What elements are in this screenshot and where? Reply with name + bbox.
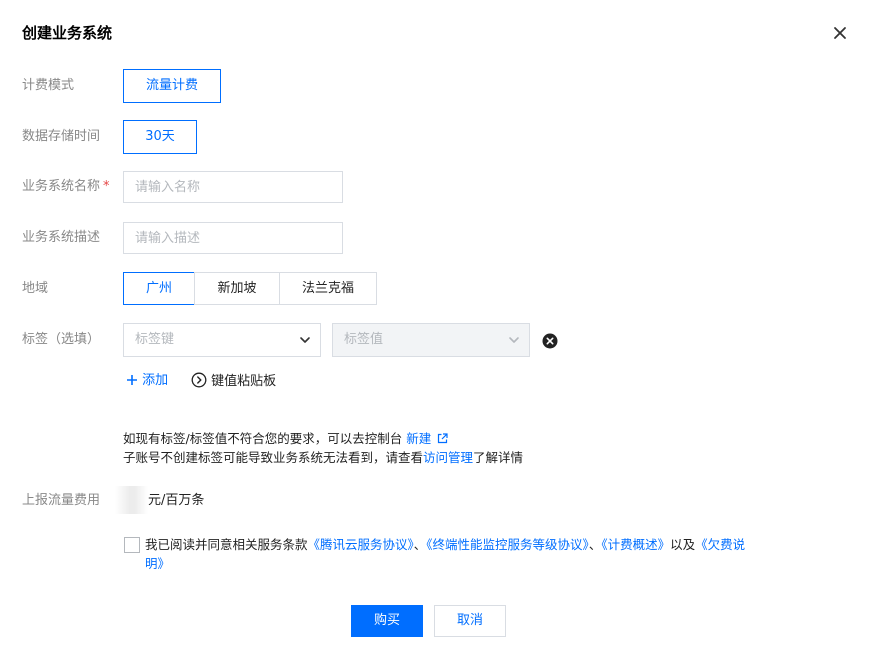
tag-value-placeholder: 标签值 xyxy=(344,332,384,347)
system-name-label: 业务系统名称 * xyxy=(22,177,110,197)
tag-notice-text: 如现有标签/标签值不符合您的要求，可以去控制台 xyxy=(123,431,403,446)
fee-label: 上报流量费用 xyxy=(22,493,101,508)
chevron-down-icon xyxy=(300,337,310,343)
tag-notice-text: 子账号不创建标签可能导致业务系统无法看到，请查看 xyxy=(123,450,424,465)
dialog-title: 创建业务系统 xyxy=(22,24,113,42)
clipboard-button[interactable]: 键值粘贴板 xyxy=(191,372,276,394)
tencent-cloud-agreement-link[interactable]: 《腾讯云服务协议》 xyxy=(308,537,414,552)
tag-notice-line1: 如现有标签/标签值不符合您的要求，可以去控制台 新建 xyxy=(123,430,448,449)
region-label: 地域 xyxy=(22,281,49,296)
required-mark: * xyxy=(103,179,110,194)
conjunction: 以及 xyxy=(670,537,696,552)
billing-mode-label: 计费模式 xyxy=(22,78,75,93)
access-management-link[interactable]: 访问管理 xyxy=(423,450,473,465)
add-tag-label: 添加 xyxy=(142,373,169,388)
system-desc-input[interactable] xyxy=(123,222,343,254)
fee-value-placeholder xyxy=(115,486,148,514)
separator: 、 xyxy=(588,537,602,552)
external-link-icon xyxy=(437,431,448,449)
tag-key-placeholder: 标签键 xyxy=(135,332,175,347)
add-tag-button[interactable]: 添加 xyxy=(126,372,168,392)
agreement-checkbox[interactable] xyxy=(124,537,140,553)
circle-chevron-right-icon xyxy=(191,372,207,394)
close-icon[interactable] xyxy=(830,23,850,43)
chevron-down-icon xyxy=(509,337,519,343)
remove-tag-icon[interactable] xyxy=(542,333,558,349)
billing-mode-option[interactable]: 流量计费 xyxy=(123,69,221,103)
retention-label: 数据存储时间 xyxy=(22,129,101,144)
tag-key-select[interactable]: 标签键 xyxy=(123,323,321,357)
cancel-button[interactable]: 取消 xyxy=(434,605,506,637)
agreement-prefix: 我已阅读并同意相关服务条款 xyxy=(145,537,308,552)
agreement-line2: 明》 xyxy=(145,554,815,573)
arrears-notice-link-continued[interactable]: 明》 xyxy=(145,556,170,571)
region-option-frankfurt[interactable]: 法兰克福 xyxy=(279,272,377,305)
separator: 、 xyxy=(413,537,427,552)
agreement-line1: 我已阅读并同意相关服务条款《腾讯云服务协议》、《终端性能监控服务等级协议》、《计… xyxy=(145,535,815,554)
region-option-guangzhou[interactable]: 广州 xyxy=(123,272,195,305)
system-desc-label: 业务系统描述 xyxy=(22,230,101,245)
region-option-singapore[interactable]: 新加坡 xyxy=(194,272,280,305)
tag-notice-text: 了解详情 xyxy=(473,450,524,465)
fee-unit: 元/百万条 xyxy=(148,493,205,508)
agreement-text: 我已阅读并同意相关服务条款《腾讯云服务协议》、《终端性能监控服务等级协议》、《计… xyxy=(145,535,815,573)
create-tag-link[interactable]: 新建 xyxy=(406,431,431,446)
plus-icon xyxy=(126,374,138,392)
sla-agreement-link[interactable]: 《终端性能监控服务等级协议》 xyxy=(426,537,589,552)
clipboard-label: 键值粘贴板 xyxy=(211,374,277,389)
tags-label: 标签（选填） xyxy=(22,332,101,347)
retention-option[interactable]: 30天 xyxy=(123,120,197,154)
arrears-notice-link[interactable]: 《欠费说 xyxy=(695,537,745,552)
system-name-label-text: 业务系统名称 xyxy=(22,179,101,194)
tag-value-select: 标签值 xyxy=(332,323,530,357)
billing-overview-link[interactable]: 《计费概述》 xyxy=(601,537,670,552)
buy-button[interactable]: 购买 xyxy=(351,605,423,637)
system-name-input[interactable] xyxy=(123,171,343,203)
tag-notice-line2: 子账号不创建标签可能导致业务系统无法看到，请查看访问管理了解详情 xyxy=(123,449,523,467)
